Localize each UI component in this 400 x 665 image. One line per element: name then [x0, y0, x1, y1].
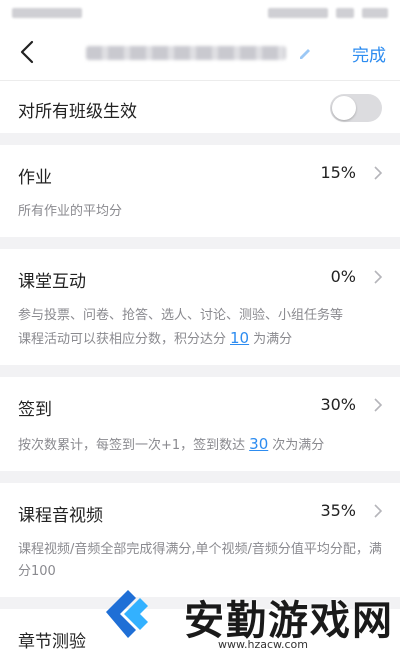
switch-knob — [332, 96, 356, 120]
chevron-right-icon — [374, 398, 383, 412]
item-title: 课堂互动 — [18, 272, 86, 292]
edit-icon[interactable] — [298, 46, 312, 60]
page-title-blurred — [86, 46, 286, 60]
apply-all-classes-switch[interactable] — [330, 94, 382, 122]
item-check-in: 签到 30% 按次数累计，每签到一次+1，签到数达 30 次为满分 — [0, 377, 400, 471]
description-text: 次为满分 — [272, 438, 325, 453]
chevron-right-icon — [374, 504, 383, 518]
item-weight: 35% — [320, 501, 356, 520]
apply-all-classes-label: 对所有班级生效 — [18, 102, 137, 122]
description-text: 按次数累计，每签到一次+1，签到数达 — [18, 438, 246, 453]
status-bar — [0, 0, 400, 24]
description-line: 参与投票、问卷、抢答、选人、讨论、测验、小组任务等 — [18, 308, 344, 323]
item-class-interaction-header[interactable]: 课堂互动 0% — [0, 249, 400, 305]
item-description: 参与投票、问卷、抢答、选人、讨论、测验、小组任务等 课程活动可以获相应分数，积分… — [0, 305, 400, 365]
status-bar-time-blurred — [12, 8, 82, 18]
item-weight: 0% — [330, 267, 356, 286]
status-bar-indicators-blurred — [268, 8, 328, 18]
item-description: 所有作业的平均分 — [18, 204, 123, 219]
chevron-left-icon — [20, 40, 34, 64]
full-score-points-value[interactable]: 10 — [226, 329, 253, 347]
item-class-interaction: 课堂互动 0% 参与投票、问卷、抢答、选人、讨论、测验、小组任务等 课程活动可以… — [0, 249, 400, 365]
back-button[interactable] — [14, 38, 42, 66]
status-bar-battery-blurred — [362, 8, 388, 18]
item-homework: 作业 15% 所有作业的平均分 — [0, 145, 400, 237]
item-description: 按次数累计，每签到一次+1，签到数达 30 次为满分 — [0, 433, 400, 471]
status-bar-signal-blurred — [336, 8, 354, 18]
item-weight: 15% — [320, 163, 356, 182]
item-course-media-header[interactable]: 课程音视频 35% — [0, 483, 400, 539]
item-weight: 30% — [320, 395, 356, 414]
apply-all-classes-row: 对所有班级生效 — [0, 81, 400, 133]
chevron-right-icon — [374, 166, 383, 180]
full-score-check-in-count[interactable]: 30 — [245, 435, 272, 453]
item-description: 课程视频/音频全部完成得满分,单个视频/音频分值平均分配，满分100 — [18, 542, 382, 579]
item-title: 章节测验 — [18, 632, 86, 652]
description-text: 课程活动可以获相应分数，积分达分 — [18, 332, 227, 347]
done-button[interactable]: 完成 — [352, 41, 386, 66]
item-check-in-header[interactable]: 签到 30% — [0, 377, 400, 433]
item-title: 作业 — [18, 168, 52, 188]
item-homework-header[interactable]: 作业 15% — [0, 145, 400, 201]
description-line: 课程活动可以获相应分数，积分达分 10 为满分 — [18, 327, 382, 351]
chevron-right-icon — [374, 270, 383, 284]
item-title: 签到 — [18, 400, 52, 420]
item-course-media: 课程音视频 35% 课程视频/音频全部完成得满分,单个视频/音频分值平均分配，满… — [0, 483, 400, 597]
nav-bar: 完成 — [0, 24, 400, 81]
description-text: 为满分 — [253, 332, 293, 347]
item-title: 课程音视频 — [18, 506, 103, 526]
